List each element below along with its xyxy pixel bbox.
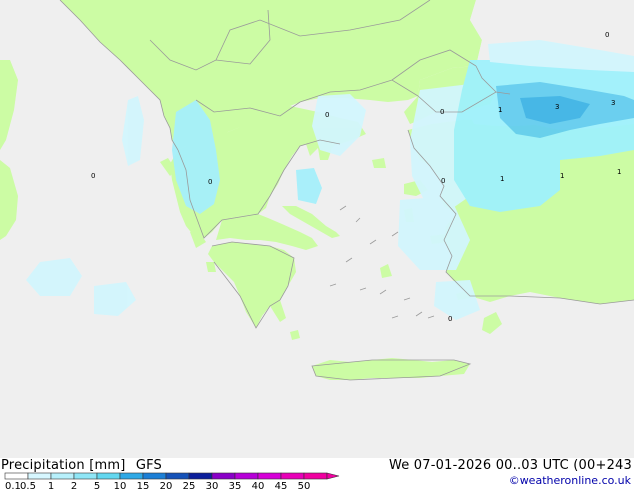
valid-time: We 07-01-2026 00..03 UTC (00+243: [388, 458, 632, 473]
legend-tick-label: 2: [71, 481, 77, 490]
legend-swatch: [303, 472, 328, 480]
value-label: 1: [498, 106, 502, 114]
legend-tick-label: 30: [206, 481, 219, 490]
value-label: 0: [325, 111, 329, 119]
value-label: 0: [208, 178, 212, 186]
legend-tick-label: 50: [298, 481, 311, 490]
value-label: 1: [560, 172, 564, 180]
credit-link[interactable]: ©weatheronline.co.uk: [509, 474, 631, 487]
legend-tick-label: 25: [183, 481, 196, 490]
legend-swatch: [188, 472, 213, 480]
legend-tick-label: 15: [137, 481, 150, 490]
legend-tick-label: 5: [94, 481, 100, 490]
legend-swatch: [73, 472, 98, 480]
product-title: Precipitation [mm] GFS: [1, 458, 162, 473]
legend-swatch: [119, 472, 144, 480]
map-footer: Precipitation [mm] GFS We 07-01-2026 00.…: [0, 458, 634, 490]
value-label: 0: [448, 315, 452, 323]
value-label: 0: [605, 31, 609, 39]
precipitation-map: 0 0 0 0 1 3 3 0 1 1 1 0 0: [0, 0, 634, 458]
legend-tick-label: 0.5: [20, 481, 36, 490]
value-label: 1: [500, 175, 504, 183]
legend-swatch: [50, 472, 75, 480]
value-label: 0: [441, 177, 445, 185]
legend-arrow: [326, 472, 340, 480]
color-legend: 0.1 0.5 1 2 5 10 15 20 25 30 35 40 45 50: [4, 472, 340, 490]
legend-swatch: [165, 472, 190, 480]
legend-ticks: 0.1 0.5 1 2 5 10 15 20 25 30 35 40 45 50: [5, 481, 310, 490]
legend-tick-label: 20: [160, 481, 173, 490]
legend-tick-label: 35: [229, 481, 242, 490]
legend-boxes: [4, 472, 340, 480]
legend-tick-label: 0.1: [5, 481, 21, 490]
legend-swatch: [211, 472, 236, 480]
value-label: 0: [91, 172, 95, 180]
legend-swatch: [27, 472, 52, 480]
value-label: 3: [555, 103, 559, 111]
value-label: 0: [440, 108, 444, 116]
legend-tick-label: 45: [275, 481, 288, 490]
value-label: 3: [611, 99, 615, 107]
legend-swatch: [280, 472, 305, 480]
model-name: GFS: [135, 458, 162, 473]
legend-tick-label: 1: [48, 481, 54, 490]
legend-swatch: [257, 472, 282, 480]
value-label: 1: [617, 168, 621, 176]
product-name: Precipitation [mm]: [1, 458, 126, 473]
legend-swatch: [96, 472, 121, 480]
legend-tick-label: 40: [252, 481, 265, 490]
map-canvas: 0 0 0 0 1 3 3 0 1 1 1 0 0: [0, 0, 634, 458]
legend-swatch: [4, 472, 29, 480]
legend-tick-label: 10: [114, 481, 127, 490]
legend-swatch: [234, 472, 259, 480]
legend-swatch: [142, 472, 167, 480]
